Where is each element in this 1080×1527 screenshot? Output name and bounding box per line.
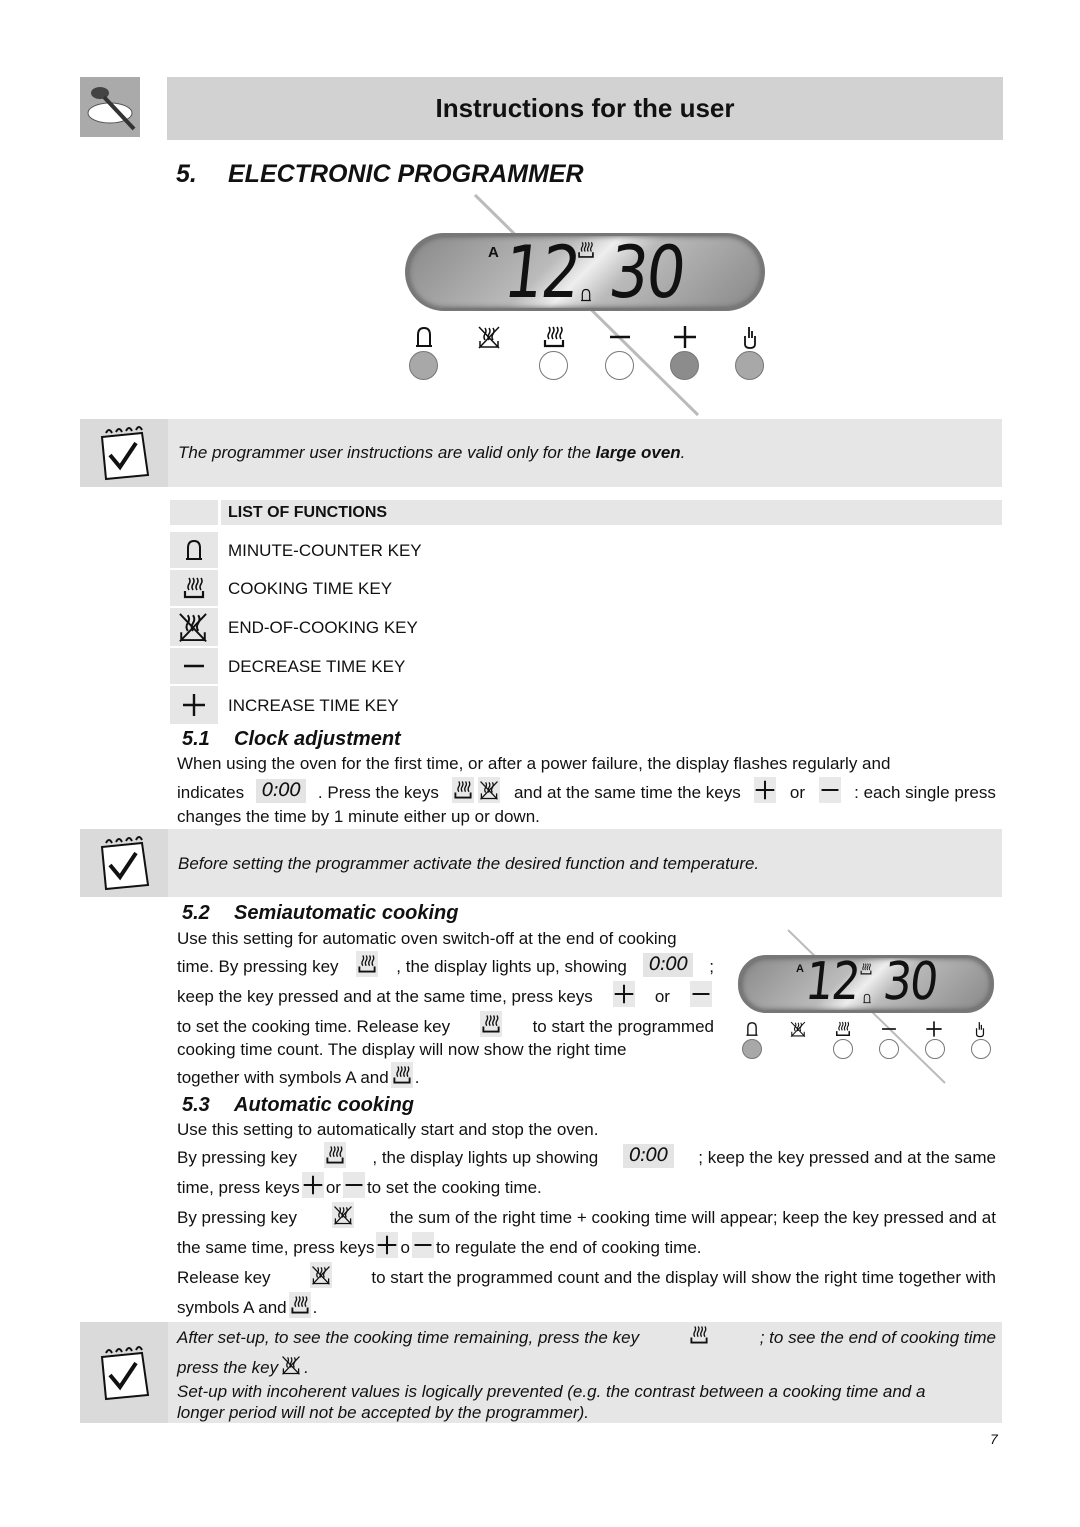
- zero-display: 0:00: [622, 1144, 674, 1168]
- function-label: DECREASE TIME KEY: [228, 657, 406, 676]
- cooking-time-icon: [480, 1011, 503, 1037]
- paragraph-line: the same time, press keys o to regulate t…: [177, 1232, 996, 1258]
- decrease-button[interactable]: [605, 351, 634, 380]
- end-of-cooking-icon: [176, 610, 210, 644]
- minus-icon: [607, 324, 633, 350]
- manual-page: Instructions for the user 5. ELECTRONIC P…: [0, 0, 1080, 1527]
- programmer-display-small: A 12 30: [738, 952, 994, 1013]
- minute-counter-button[interactable]: [409, 351, 438, 380]
- paragraph-line: Use this setting to automatically start …: [177, 1120, 599, 1139]
- notepad-check-icon: [80, 419, 168, 487]
- increase-button[interactable]: [925, 1039, 945, 1059]
- programmer-display: A 12 30: [405, 230, 765, 314]
- end-of-cooking-icon: [309, 1262, 332, 1288]
- paragraph-line: time. By pressing key, the display light…: [177, 951, 714, 977]
- notepad-check-icon: [80, 829, 168, 897]
- function-label: COOKING TIME KEY: [228, 579, 393, 598]
- paragraph-line: indicates 0:00. Press the keys and at the…: [177, 777, 996, 803]
- bell-icon: [181, 537, 207, 563]
- plus-icon: [181, 692, 207, 718]
- minus-icon: [342, 1172, 365, 1198]
- display-minutes: 30: [605, 230, 689, 314]
- cooking-time-icon: [859, 962, 873, 976]
- paragraph-line: time, press keys or to set the cooking ti…: [177, 1172, 996, 1198]
- decrease-button[interactable]: [879, 1039, 899, 1059]
- cooking-time-icon: [541, 324, 567, 350]
- end-of-cooking-icon: [280, 1352, 302, 1378]
- manual-hand-icon: [737, 324, 763, 350]
- page-number: 7: [990, 1431, 998, 1447]
- note-box: Before setting the programmer activate t…: [80, 829, 1002, 897]
- zero-display: 0:00: [642, 953, 694, 977]
- note-text: The programmer user instructions are val…: [178, 443, 596, 462]
- cooking-time-icon: [181, 575, 207, 601]
- plus-icon: [612, 981, 635, 1007]
- end-of-cooking-icon: [476, 324, 502, 350]
- function-label: END-OF-COOKING KEY: [228, 618, 418, 637]
- note-emphasis: large oven: [595, 443, 681, 462]
- note-line: After set-up, to see the cooking time re…: [177, 1322, 996, 1348]
- bell-icon: [411, 324, 437, 350]
- note-text: Before setting the programmer activate t…: [178, 854, 760, 873]
- subsection-title: 5.3 Automatic cooking: [182, 1094, 415, 1116]
- paragraph-line: Release key to start the programmed count…: [177, 1262, 996, 1288]
- note-line: press the key.: [177, 1352, 996, 1378]
- bell-icon: [743, 1020, 761, 1038]
- paragraph-line: When using the oven for the first time, …: [177, 754, 891, 773]
- notepad-check-icon: [80, 1322, 168, 1423]
- subsection-title: 5.2 Semiautomatic cooking: [182, 902, 459, 924]
- paragraph-line: changes the time by 1 minute either up o…: [177, 807, 540, 826]
- manual-hand-icon: [971, 1020, 989, 1038]
- cooking-time-icon: [390, 1062, 413, 1088]
- plus-icon: [754, 777, 777, 803]
- plus-icon: [376, 1232, 399, 1258]
- manual-button[interactable]: [735, 351, 764, 380]
- display-mode: A: [488, 244, 499, 261]
- cooking-time-button[interactable]: [539, 351, 568, 380]
- cooking-time-icon: [834, 1020, 852, 1038]
- cooking-time-icon: [452, 777, 475, 803]
- plus-icon: [301, 1172, 324, 1198]
- list-header: LIST OF FUNCTIONS: [221, 500, 1002, 525]
- paragraph-line: together with symbols A and.: [177, 1062, 714, 1088]
- end-of-cooking-icon: [332, 1202, 355, 1228]
- paragraph-line: cooking time count. The display will now…: [177, 1040, 627, 1059]
- paragraph-line: By pressing key, the display lights up s…: [177, 1142, 996, 1168]
- paragraph-line: By pressing key the sum of the right time…: [177, 1202, 996, 1228]
- list-header-cell: [170, 500, 218, 525]
- paragraph-line: to set the cooking time. Release key to s…: [177, 1011, 714, 1037]
- minus-icon: [690, 981, 712, 1007]
- paragraph-line: Use this setting for automatic oven swit…: [177, 929, 677, 948]
- minus-icon: [818, 777, 841, 803]
- function-label: MINUTE-COUNTER KEY: [228, 541, 422, 560]
- note-line: Set-up with incoherent values is logical…: [177, 1382, 926, 1401]
- display-hours: 12: [500, 230, 584, 314]
- cooking-time-icon: [288, 1292, 311, 1318]
- minute-counter-button[interactable]: [742, 1039, 762, 1059]
- cooking-time-icon: [576, 240, 596, 260]
- manual-button[interactable]: [971, 1039, 991, 1059]
- minus-icon: [880, 1020, 898, 1038]
- minus-icon: [411, 1232, 434, 1258]
- paragraph-line: symbols A and.: [177, 1292, 996, 1318]
- cooking-time-icon: [323, 1142, 346, 1168]
- bell-icon: [578, 286, 594, 304]
- subsection-title: 5.1 Clock adjustment: [182, 728, 401, 750]
- note-line: longer period will not be accepted by th…: [177, 1403, 589, 1422]
- function-label: INCREASE TIME KEY: [228, 696, 399, 715]
- plus-icon: [925, 1020, 943, 1038]
- note-box: The programmer user instructions are val…: [80, 419, 1002, 487]
- cooking-time-icon: [688, 1322, 710, 1348]
- minus-icon: [181, 653, 207, 679]
- cooking-time-button[interactable]: [833, 1039, 853, 1059]
- plus-icon: [672, 324, 698, 350]
- cooking-time-icon: [356, 951, 379, 977]
- end-of-cooking-icon: [478, 777, 501, 803]
- increase-button[interactable]: [670, 351, 699, 380]
- end-of-cooking-icon: [789, 1020, 807, 1038]
- paragraph-line: keep the key pressed and at the same tim…: [177, 981, 714, 1007]
- bell-icon: [861, 992, 873, 1005]
- zero-display: 0:00: [255, 779, 307, 803]
